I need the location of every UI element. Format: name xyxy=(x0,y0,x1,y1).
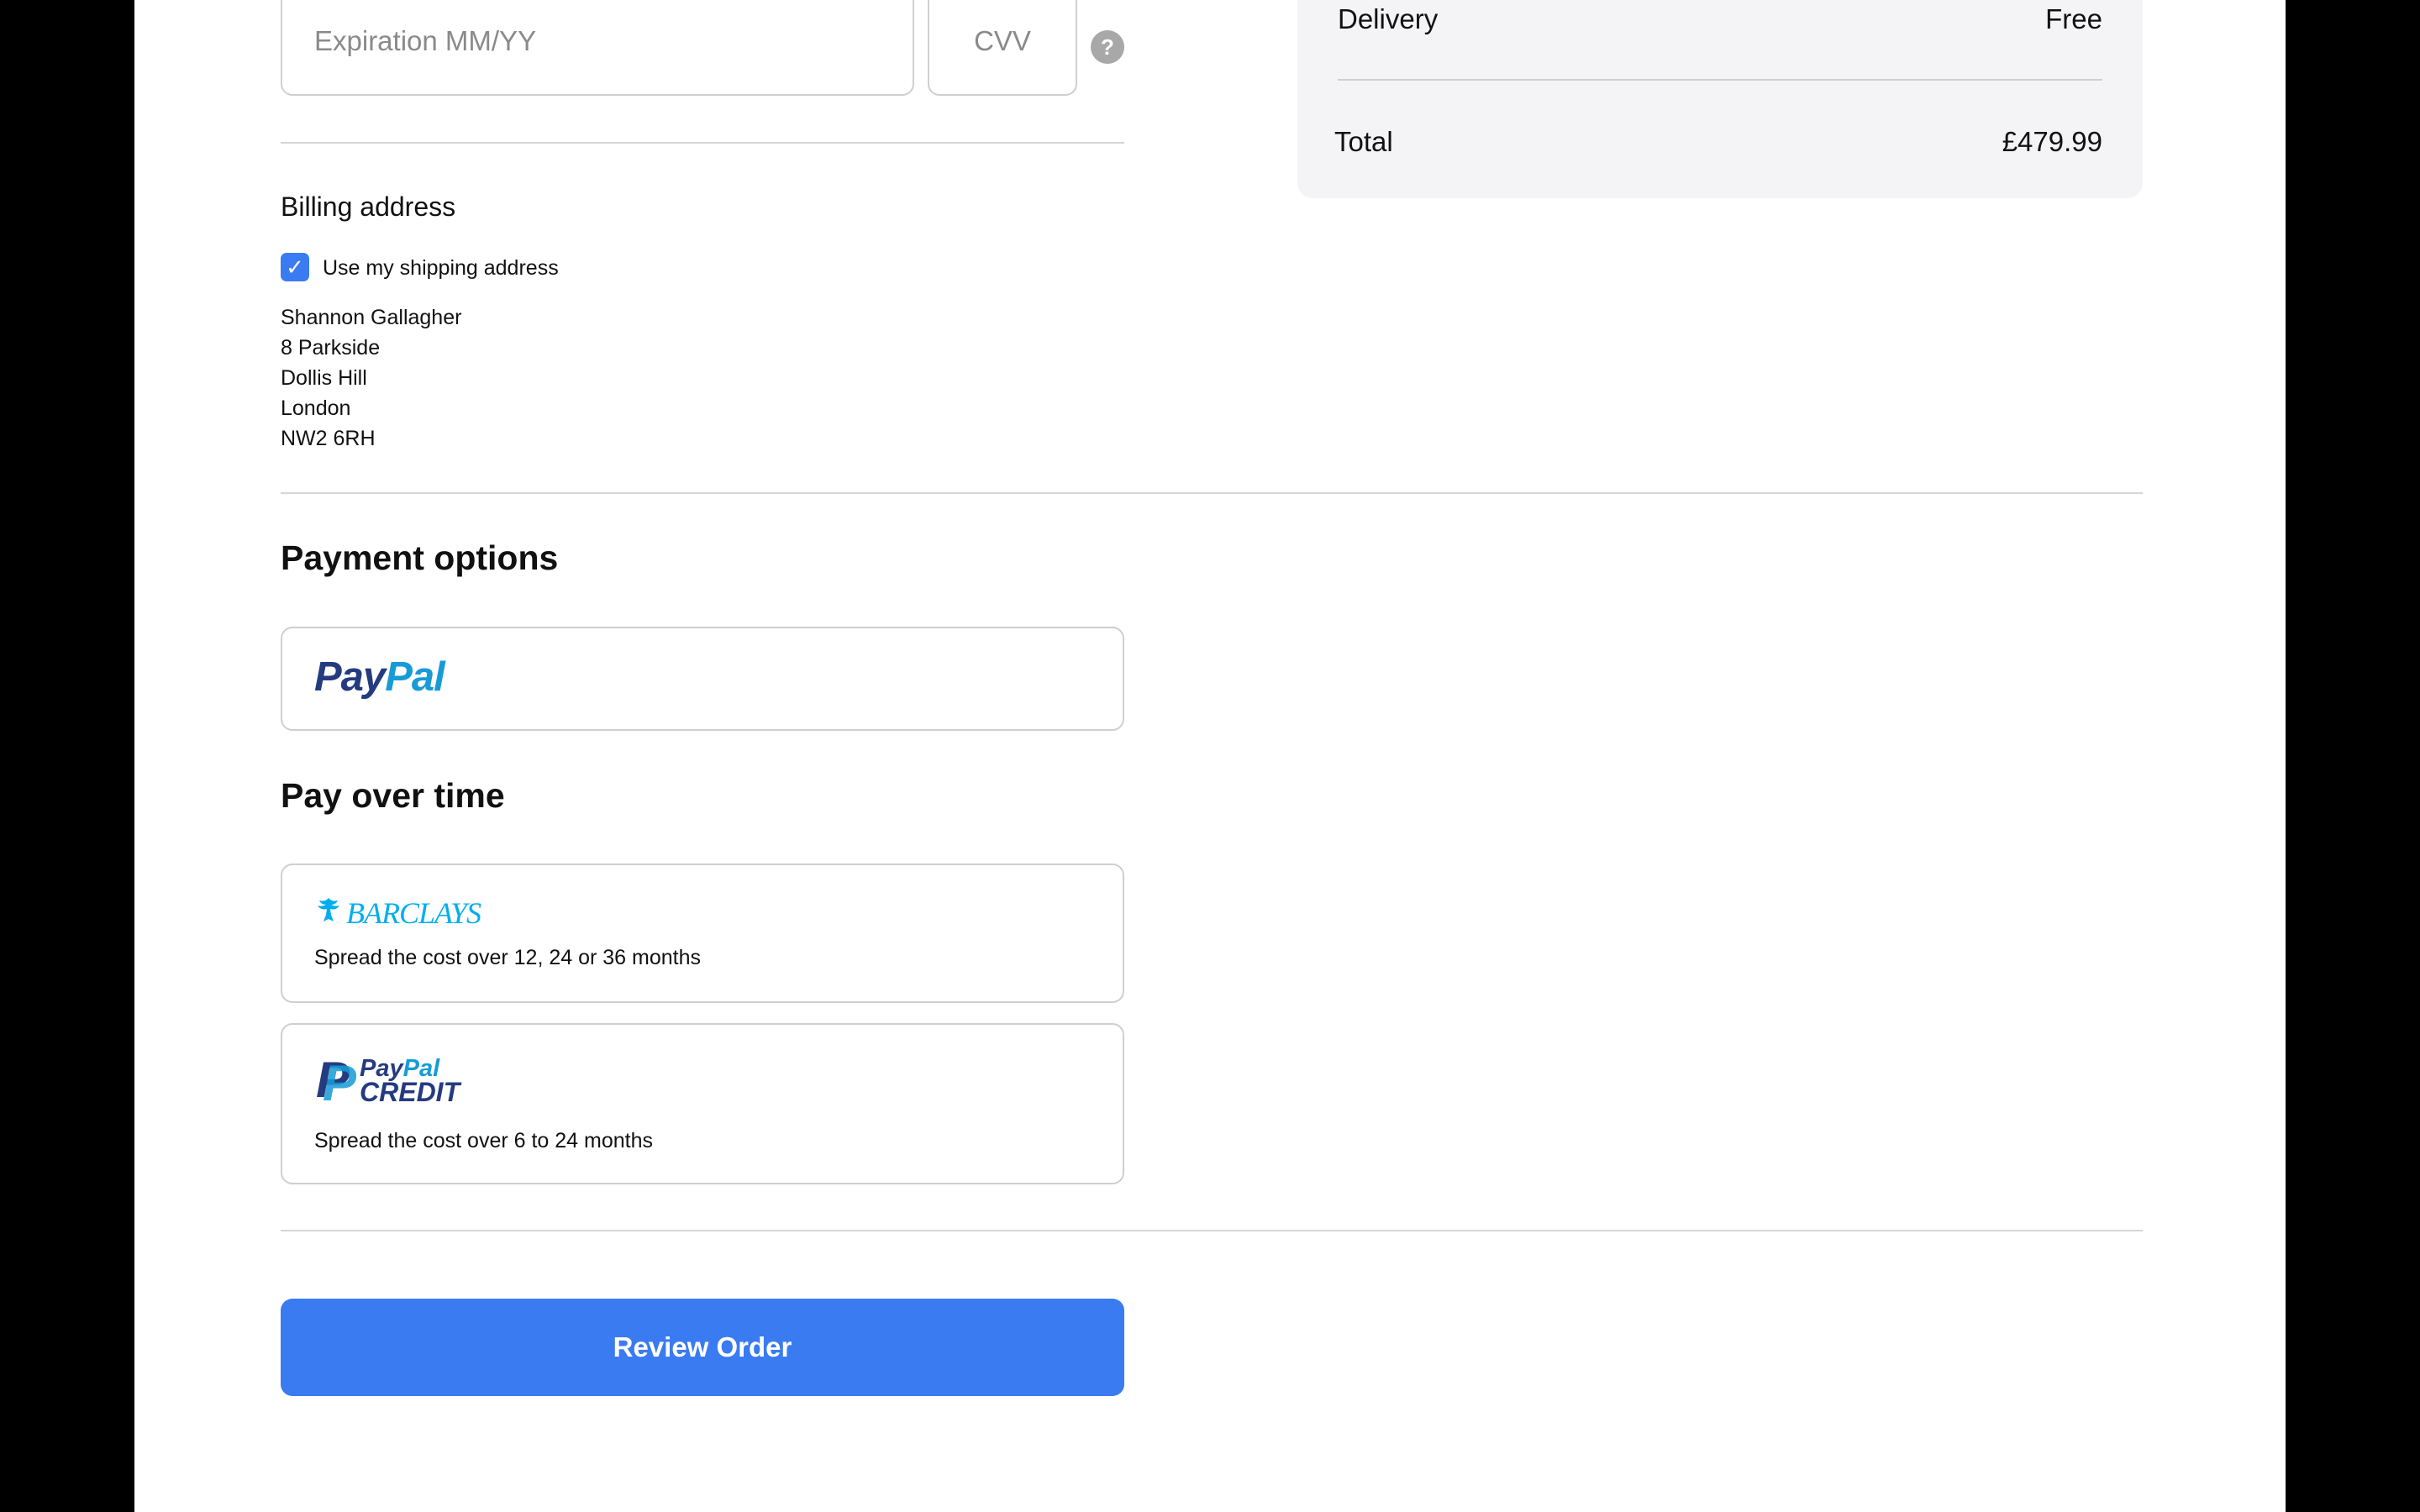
delivery-label: Delivery xyxy=(1338,3,1439,34)
address-name: Shannon Gallagher xyxy=(281,306,462,329)
pay-over-time-title: Pay over time xyxy=(281,776,505,815)
barclays-option[interactable]: BARCLAYS Spread the cost over 12, 24 or … xyxy=(281,864,1124,1003)
eagle-icon xyxy=(316,896,341,930)
billing-address-title: Billing address xyxy=(281,192,456,222)
checkout-page: Expiration MM/YY CVV ? Billing address ✓… xyxy=(134,0,2286,1512)
cvv-field[interactable]: CVV xyxy=(928,0,1077,96)
paypal-logo: PayPal xyxy=(314,654,445,700)
address-line2: Dollis Hill xyxy=(281,366,367,390)
address-city: London xyxy=(281,396,351,420)
address-postcode: NW2 6RH xyxy=(281,427,376,450)
billing-address-block: Shannon Gallagher 8 Parkside Dollis Hill… xyxy=(281,302,461,454)
total-label: Total xyxy=(1334,126,1393,157)
cvv-placeholder: CVV xyxy=(974,25,1031,56)
summary-divider xyxy=(1338,79,2102,81)
expiration-placeholder: Expiration MM/YY xyxy=(314,25,537,56)
check-icon: ✓ xyxy=(286,254,304,280)
paypal-credit-logo: P P PayPal CREDIT xyxy=(316,1052,460,1111)
payment-options-title: Payment options xyxy=(281,538,559,577)
card-divider xyxy=(281,142,1124,144)
barclays-logo: BARCLAYS xyxy=(316,895,481,931)
delivery-value: Free xyxy=(2045,3,2102,34)
paypal-credit-description: Spread the cost over 6 to 24 months xyxy=(314,1129,654,1152)
paypal-p-icon: P P xyxy=(316,1052,357,1111)
expiration-field[interactable]: Expiration MM/YY xyxy=(281,0,914,96)
review-order-button[interactable]: Review Order xyxy=(281,1299,1124,1396)
address-line1: 8 Parkside xyxy=(281,336,381,360)
order-summary: Delivery Free Total £479.99 xyxy=(1297,0,2143,198)
paypal-credit-option[interactable]: P P PayPal CREDIT Spread the cost over 6… xyxy=(281,1023,1124,1184)
billing-divider xyxy=(281,492,2143,494)
help-icon[interactable]: ? xyxy=(1091,30,1124,64)
total-value: £479.99 xyxy=(2002,126,2102,157)
barclays-description: Spread the cost over 12, 24 or 36 months xyxy=(314,946,701,969)
use-shipping-label[interactable]: Use my shipping address xyxy=(323,256,559,281)
use-shipping-checkbox[interactable]: ✓ xyxy=(281,253,309,281)
paypal-option[interactable]: PayPal xyxy=(281,627,1124,731)
options-divider xyxy=(281,1230,2143,1231)
